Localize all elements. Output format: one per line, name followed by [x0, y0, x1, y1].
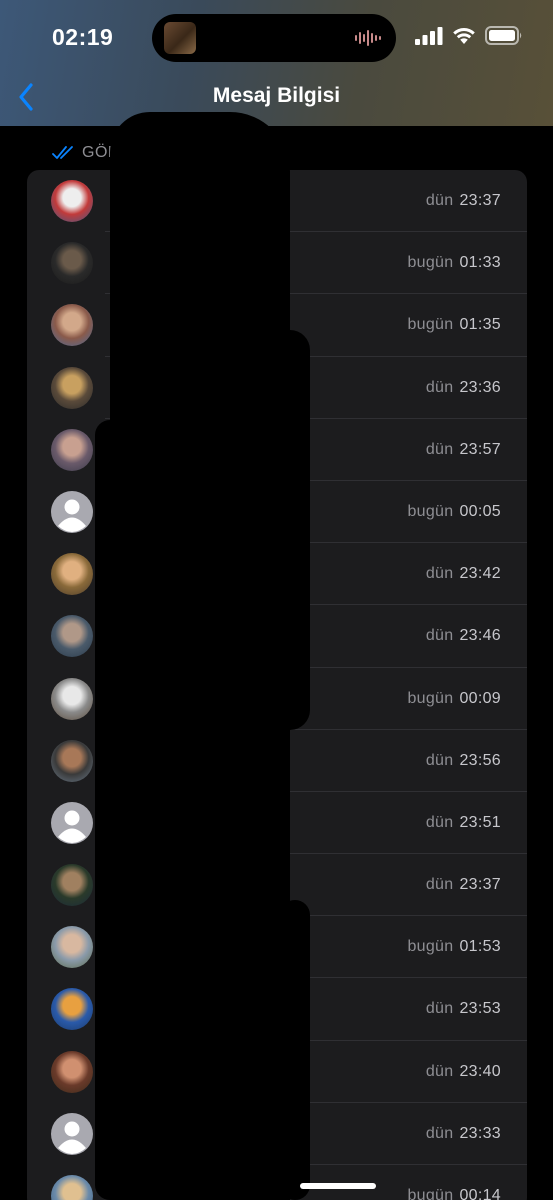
person-icon — [58, 499, 86, 532]
avatar[interactable] — [51, 988, 93, 1031]
seen-time: bugün 01:35 — [407, 294, 501, 356]
seen-clock: 23:33 — [459, 1124, 501, 1142]
seen-time: dün 23:42 — [426, 543, 501, 605]
avatar[interactable] — [51, 1175, 93, 1200]
avatar[interactable] — [51, 428, 93, 471]
seen-day: dün — [425, 813, 454, 831]
seen-day: dün — [425, 751, 454, 769]
seen-clock: 23:46 — [459, 627, 501, 645]
seen-time: bugün 01:33 — [407, 232, 501, 294]
dynamic-island[interactable] — [152, 14, 396, 62]
seen-time: dün 23:46 — [426, 605, 501, 667]
avatar[interactable] — [51, 180, 93, 222]
seen-clock: 23:42 — [459, 565, 501, 583]
now-playing-artwork — [164, 22, 196, 54]
seen-clock: 23:56 — [459, 751, 501, 769]
seen-day: bugün — [407, 938, 454, 956]
seen-time: bugün 00:05 — [407, 481, 501, 543]
wifi-icon — [453, 28, 475, 44]
seen-time: dün 23:36 — [426, 357, 501, 419]
avatar[interactable] — [51, 1050, 93, 1093]
seen-day: dün — [425, 440, 454, 458]
seen-day: bugün — [407, 502, 454, 520]
avatar[interactable] — [51, 677, 93, 720]
avatar[interactable] — [51, 926, 93, 969]
default-avatar[interactable] — [51, 490, 93, 533]
default-avatar[interactable] — [51, 801, 93, 844]
page-title: Mesaj Bilgisi — [212, 84, 341, 107]
header: 02:19 Mesaj Bilgisi — [0, 0, 553, 126]
seen-day: bugün — [407, 316, 454, 334]
avatar[interactable] — [51, 304, 93, 347]
redaction — [95, 420, 125, 1200]
seen-clock: 00:14 — [459, 1187, 501, 1200]
cellular-signal-icon — [415, 26, 443, 45]
seen-time: dün 23:53 — [426, 978, 501, 1040]
seen-clock: 23:36 — [459, 378, 501, 396]
seen-clock: 01:33 — [459, 254, 501, 272]
redaction — [270, 330, 310, 730]
seen-time: dün 23:51 — [426, 792, 501, 854]
seen-clock: 23:51 — [459, 813, 501, 831]
default-avatar[interactable] — [51, 1112, 93, 1155]
status-time: 02:19 — [52, 24, 114, 50]
seen-day: dün — [425, 565, 454, 583]
battery-icon — [485, 26, 522, 45]
seen-day: dün — [425, 876, 454, 894]
seen-time: dün 23:40 — [426, 1041, 501, 1103]
seen-day: bugün — [407, 689, 454, 707]
avatar[interactable] — [51, 615, 93, 658]
seen-time: bugün 01:53 — [407, 916, 501, 978]
seen-clock: 23:37 — [459, 876, 501, 894]
avatar[interactable] — [51, 366, 93, 409]
seen-day: dün — [425, 1062, 454, 1080]
seen-day: dün — [425, 378, 454, 396]
seen-day: dün — [425, 1000, 454, 1018]
avatar[interactable] — [51, 553, 93, 596]
person-icon — [58, 1121, 86, 1154]
seen-day: dün — [425, 1124, 454, 1142]
seen-time: bugün 00:09 — [407, 668, 501, 730]
redaction — [110, 112, 290, 1200]
seen-clock: 01:35 — [459, 316, 501, 334]
seen-day: bugün — [407, 254, 454, 272]
seen-day: dün — [425, 192, 454, 209]
avatar[interactable] — [51, 864, 93, 907]
seen-clock: 23:53 — [459, 1000, 501, 1018]
seen-time: dün 23:57 — [426, 419, 501, 481]
avatar[interactable] — [51, 739, 93, 782]
person-icon — [58, 810, 86, 843]
double-check-icon — [52, 146, 73, 159]
home-indicator — [300, 1183, 376, 1189]
seen-time: dün 23:33 — [426, 1103, 501, 1165]
seen-day: dün — [425, 627, 454, 645]
seen-time: dün 23:37 — [426, 854, 501, 916]
seen-clock: 23:40 — [459, 1062, 501, 1080]
seen-time: dün 23:56 — [426, 730, 501, 792]
seen-clock: 23:37 — [459, 192, 501, 209]
seen-clock: 00:05 — [459, 502, 501, 520]
seen-clock: 00:09 — [459, 689, 501, 707]
seen-clock: 23:57 — [459, 440, 501, 458]
seen-time: dün 23:37 — [426, 170, 501, 232]
seen-day: bugün — [407, 1187, 454, 1200]
seen-clock: 01:53 — [459, 938, 501, 956]
audio-waveform-icon — [355, 30, 381, 46]
seen-time: bugün 00:14 — [407, 1165, 501, 1200]
status-icons — [415, 26, 523, 45]
avatar[interactable] — [51, 242, 93, 285]
redaction — [280, 900, 310, 1200]
